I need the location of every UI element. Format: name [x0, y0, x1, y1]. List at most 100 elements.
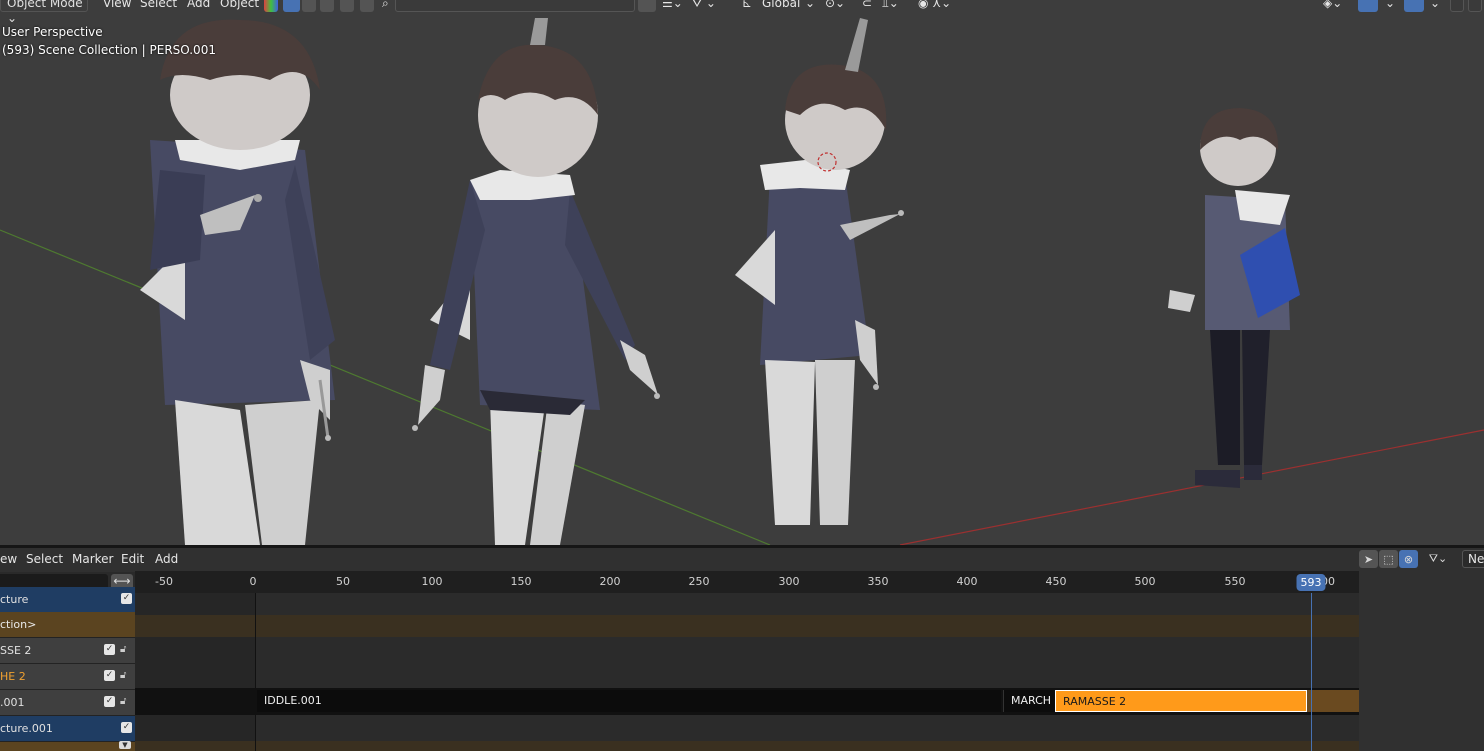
select-box-icon[interactable] [283, 0, 300, 12]
ruler-tick: 550 [1224, 575, 1246, 588]
orientation-icon: ⊾ [742, 0, 753, 10]
channel-track-iddle[interactable]: .001 ✓ 🔓︎ [0, 690, 135, 715]
channel-armature-001[interactable]: cture.001 ✓ [0, 716, 135, 741]
filter-icon[interactable]: ⛛ ⌄ [692, 0, 716, 11]
show-errors-icon[interactable]: ⊗ [1399, 550, 1418, 568]
xray-icon[interactable] [1450, 0, 1464, 12]
strip-extend [1307, 690, 1359, 712]
ruler-tick: 450 [1045, 575, 1067, 588]
lock-icon[interactable]: 🔓︎ [120, 695, 132, 708]
3d-viewport[interactable]: Object Mode ⌄ View Select Add Object ⌕ ☰… [0, 0, 1484, 545]
show-overlays-icon[interactable] [1404, 0, 1424, 12]
snap-target-icon[interactable]: ⫫⌄ [882, 0, 899, 11]
chevron-down-icon[interactable]: ⌄ [1385, 0, 1395, 10]
checkbox-icon[interactable]: ✓ [121, 593, 132, 604]
show-gizmo-icon[interactable] [1358, 0, 1378, 12]
ruler-tick: -50 [155, 575, 173, 588]
checkbox-icon[interactable]: ✓ [121, 722, 132, 733]
ruler-tick: 0 [249, 575, 257, 588]
character-4[interactable] [1168, 108, 1300, 488]
chevron-down-icon: ⌄ [7, 11, 18, 25]
channel-action[interactable]: ction> [0, 612, 135, 637]
transform-orientation-dropdown[interactable]: Global [762, 0, 800, 10]
strip-march[interactable]: MARCH [1003, 690, 1055, 712]
character-2[interactable] [412, 18, 660, 545]
frame-start-line [255, 593, 256, 751]
lock-icon[interactable]: 🔓︎ [120, 669, 132, 682]
checkbox-icon[interactable]: ✓ [104, 644, 115, 655]
frame-ruler[interactable]: -50 0 50 100 150 200 250 300 350 400 450… [135, 571, 1359, 593]
list-icon[interactable]: ☰⌄ [662, 0, 683, 10]
toggle-icon[interactable] [638, 0, 656, 12]
lock-icon[interactable]: 🔓︎ [120, 643, 132, 656]
checkbox-icon[interactable]: ✓ [104, 696, 115, 707]
channel-armature[interactable]: cture ✓ [0, 587, 135, 612]
channel-track-marche[interactable]: HE 2 ✓ 🔓︎ [0, 664, 135, 689]
scene-info-label: (593) Scene Collection | PERSO.001 [2, 43, 216, 57]
character-1[interactable] [140, 19, 335, 545]
channel-label: HE 2 [0, 670, 26, 683]
snap-mode-dropdown[interactable]: Nea [1462, 550, 1484, 568]
channel-label: SSE 2 [0, 644, 32, 657]
menu-add[interactable]: Add [155, 552, 178, 566]
nla-header: ew Select Marker Edit Add ➤ ⬚ ⊗ ⛛⌄ Nea [0, 548, 1484, 571]
ruler-tick: 150 [510, 575, 532, 588]
action-row [135, 615, 1359, 637]
viewport-header: Object Mode ⌄ View Select Add Object ⌕ ☰… [0, 0, 1484, 25]
mode-label: Object Mode [7, 0, 83, 10]
menu-view[interactable]: View [103, 0, 131, 10]
viewport-search-field[interactable] [395, 0, 635, 12]
menu-select[interactable]: Select [26, 552, 63, 566]
channel-action-2[interactable]: ▼ [0, 741, 135, 751]
x-axis-line [899, 429, 1484, 545]
channel-label: cture [0, 593, 29, 606]
mode-dropdown[interactable]: Object Mode ⌄ [0, 0, 88, 25]
strip-iddle[interactable]: IDDLE.001 [257, 690, 1001, 712]
current-frame-indicator[interactable]: 593 [1296, 574, 1326, 591]
ruler-tick: 400 [956, 575, 978, 588]
shading-icon[interactable] [1468, 0, 1482, 12]
checkbox-icon[interactable]: ✓ [104, 670, 115, 681]
proportional-editing-icon[interactable]: ◉ ⋏⌄ [918, 0, 951, 10]
select-mode-icon[interactable] [340, 0, 354, 12]
search-icon[interactable]: ⌕ [382, 0, 389, 11]
select-invert-icon[interactable] [360, 0, 374, 12]
nla-editor[interactable]: ew Select Marker Edit Add ➤ ⬚ ⊗ ⛛⌄ Nea ⟷… [0, 548, 1484, 751]
snap-icon[interactable]: ⊂ [862, 0, 872, 10]
channel-list: cture ✓ ction> SSE 2 ✓ 🔓︎ HE 2 ✓ 🔓︎ .001… [0, 587, 135, 751]
select-circle-icon[interactable] [302, 0, 316, 12]
chevron-down-icon[interactable]: ⌄ [805, 0, 815, 10]
strip-ramasse-2[interactable]: RAMASSE 2 [1055, 690, 1307, 712]
filter-icon[interactable]: ⛛⌄ [1423, 550, 1453, 568]
ruler-tick: 50 [336, 575, 350, 588]
nla-tracks[interactable]: IDDLE.001 MARCH RAMASSE 2 [135, 593, 1359, 751]
menu-view[interactable]: ew [0, 552, 17, 566]
ruler-tick: 350 [867, 575, 889, 588]
channel-track-ramasse[interactable]: SSE 2 ✓ 🔓︎ [0, 638, 135, 663]
channel-label: .001 [0, 696, 25, 709]
collapse-icon[interactable]: ▼ [119, 741, 131, 749]
pivot-icon[interactable]: ⊙⌄ [825, 0, 845, 10]
ruler-tick: 300 [778, 575, 800, 588]
chevron-down-icon[interactable]: ⌄ [1430, 0, 1440, 10]
scene-render[interactable] [0, 0, 1484, 545]
channel-label: cture.001 [0, 722, 53, 735]
action-row-2 [135, 741, 1359, 751]
menu-add[interactable]: Add [187, 0, 210, 10]
ruler-tick: 200 [599, 575, 621, 588]
object-type-visibility-icon[interactable] [264, 0, 278, 12]
ruler-tick: 100 [421, 575, 443, 588]
right-empty-area [1359, 571, 1484, 751]
show-hidden-icon[interactable]: ⬚ [1379, 550, 1398, 568]
menu-marker[interactable]: Marker [72, 552, 113, 566]
playhead-line[interactable] [1311, 593, 1312, 751]
menu-edit[interactable]: Edit [121, 552, 144, 566]
menu-object[interactable]: Object [220, 0, 259, 10]
menu-select[interactable]: Select [140, 0, 177, 10]
gizmo-visibility-icon[interactable]: ◈⌄ [1323, 0, 1342, 10]
only-selected-icon[interactable]: ➤ [1359, 550, 1378, 568]
character-3[interactable] [735, 18, 904, 525]
ruler-tick: 250 [688, 575, 710, 588]
ruler-tick: 500 [1134, 575, 1156, 588]
select-lasso-icon[interactable] [320, 0, 334, 12]
